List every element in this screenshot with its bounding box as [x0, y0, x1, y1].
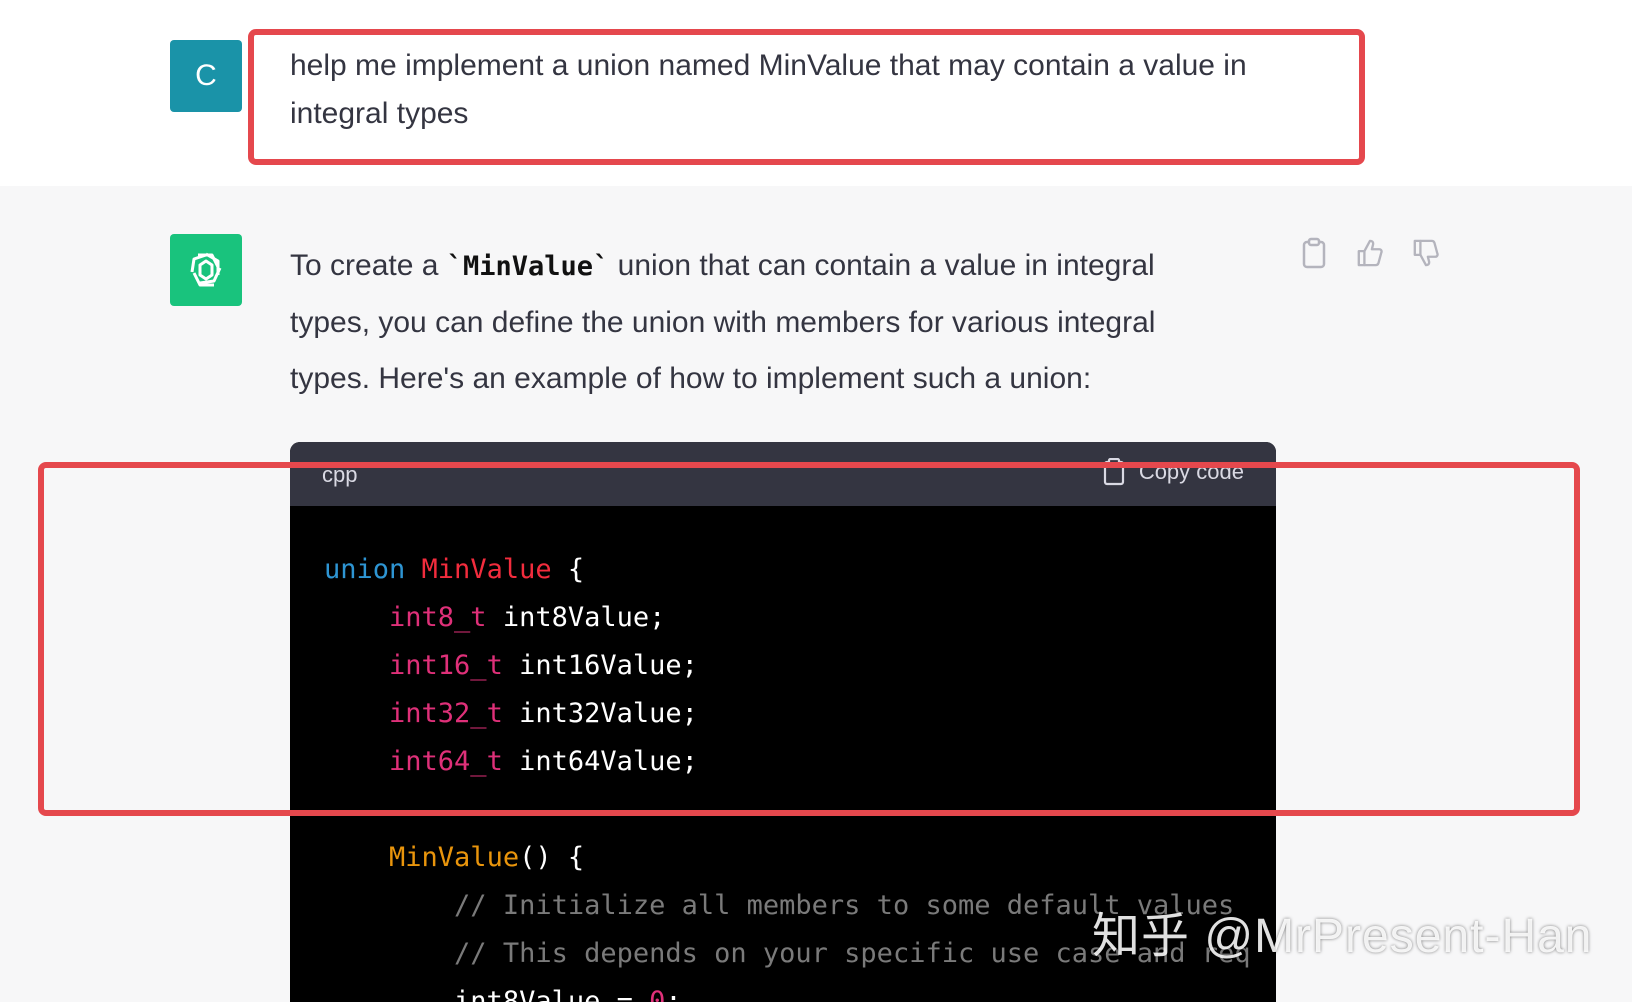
code-class-name: MinValue	[421, 554, 552, 585]
thumbs-down-icon	[1413, 239, 1439, 267]
code-text: int16Value;	[502, 650, 698, 681]
assistant-text-start: To create a	[290, 249, 447, 282]
code-line: MinValue() {	[324, 834, 1276, 882]
thumbs-down-button[interactable]	[1412, 236, 1440, 270]
assistant-message-text: To create a `MinValue` union that can co…	[290, 238, 1240, 407]
code-line: int32_t int32Value;	[324, 690, 1276, 738]
code-language-label: cpp	[322, 462, 358, 487]
assistant-message-row: To create a `MinValue` union that can co…	[0, 186, 1632, 1002]
inline-code: `MinValue`	[446, 251, 610, 282]
thumbs-up-button[interactable]	[1356, 236, 1384, 270]
clipboard-icon	[1302, 237, 1326, 269]
code-type: int64_t	[389, 746, 503, 777]
code-text: int8Value =	[454, 986, 650, 1002]
user-avatar: C	[170, 40, 242, 112]
thumbs-up-icon	[1357, 239, 1383, 267]
copy-code-label: Copy code	[1138, 459, 1244, 484]
code-line: union MinValue {	[324, 546, 1276, 594]
code-line: int8_t int8Value;	[324, 594, 1276, 642]
code-type: int32_t	[389, 698, 503, 729]
user-message-row: C help me implement a union named MinVal…	[0, 0, 1632, 187]
code-type: int8_t	[389, 602, 487, 633]
copy-code-button[interactable]: Copy code	[1103, 458, 1244, 486]
openai-logo-icon	[190, 252, 222, 287]
copy-message-button[interactable]	[1300, 236, 1328, 270]
code-text: int64Value;	[502, 746, 698, 777]
code-line: int8Value = 0;	[324, 978, 1276, 1002]
code-keyword: union	[324, 554, 406, 585]
user-message-text: help me implement a union named MinValue…	[290, 49, 1247, 130]
code-text: {	[551, 554, 585, 585]
code-type: int16_t	[389, 650, 503, 681]
code-text: int32Value;	[502, 698, 698, 729]
watermark: 知乎 @MrPresent-Han	[1092, 910, 1593, 963]
user-avatar-letter: C	[195, 59, 217, 92]
code-text: () {	[519, 842, 585, 873]
code-number: 0	[649, 986, 666, 1002]
assistant-avatar	[170, 234, 242, 306]
clipboard-icon	[1103, 458, 1124, 486]
code-block-header: cpp Copy code	[290, 442, 1276, 506]
code-text: ;	[665, 986, 682, 1002]
message-actions	[1300, 236, 1440, 270]
code-line: int16_t int16Value;	[324, 642, 1276, 690]
code-text: int8Value;	[486, 602, 666, 633]
code-function: MinValue	[389, 842, 520, 873]
code-line: int64_t int64Value;	[324, 738, 1276, 786]
